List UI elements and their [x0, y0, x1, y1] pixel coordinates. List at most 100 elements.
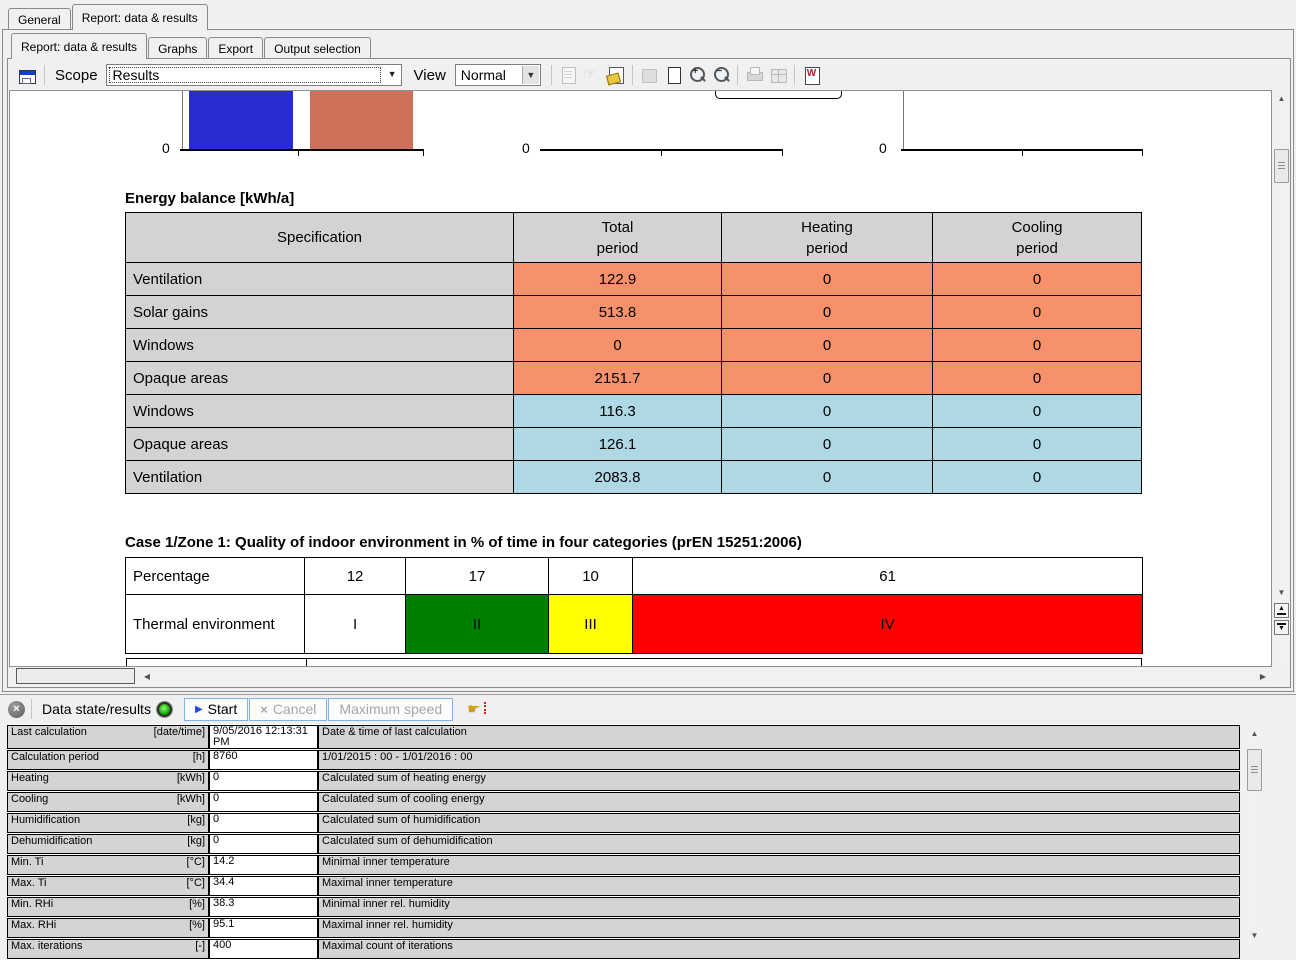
- outer-tab[interactable]: General: [8, 8, 71, 30]
- status-unit: [°C]: [187, 877, 205, 889]
- energy-header-row: Specification Total period Heating perio…: [126, 213, 1142, 263]
- energy-total-value: 126.1: [514, 428, 722, 461]
- inner-tab[interactable]: Output selection: [264, 37, 371, 59]
- energy-balance-table: Specification Total period Heating perio…: [125, 212, 1142, 494]
- toolbar-icons: + −: [556, 65, 823, 85]
- zoom-in-icon[interactable]: +: [687, 65, 707, 85]
- status-value: 0: [209, 813, 318, 833]
- view-value: Normal: [456, 67, 506, 83]
- chart1-axis-vline: [182, 91, 183, 150]
- separator: [632, 65, 633, 85]
- word-export-icon[interactable]: [801, 65, 821, 85]
- status-row: Min. Ti [°C] 14.2 Minimal inner temperat…: [7, 855, 1240, 875]
- status-label-cell: Min. RHi [%]: [7, 897, 209, 917]
- page-view-icon[interactable]: [663, 65, 683, 85]
- percentage-row-label: Percentage: [125, 557, 305, 595]
- status-unit: [kWh]: [177, 793, 205, 805]
- energy-row: Windows 116.3 0 0: [126, 395, 1142, 428]
- scroll-up-button[interactable]: ▲: [1246, 725, 1263, 741]
- status-label-cell: Calculation period [h]: [7, 750, 209, 770]
- data-state-table: Last calculation [date/time] 9/05/2016 1…: [7, 724, 1240, 960]
- status-row: Min. RHi [%] 38.3 Minimal inner rel. hum…: [7, 897, 1240, 917]
- status-led-icon: [157, 702, 172, 717]
- energy-row: Opaque areas 126.1 0 0: [126, 428, 1142, 461]
- status-label-cell: Min. Ti [°C]: [7, 855, 209, 875]
- status-row: Max. RHi [%] 95.1 Maximal inner rel. hum…: [7, 918, 1240, 938]
- energy-heating-value: 0: [722, 362, 933, 395]
- energy-heating-value: 0: [722, 296, 933, 329]
- inner-tab[interactable]: Report: data & results: [11, 33, 147, 59]
- run-to-cursor-icon[interactable]: ☛: [467, 700, 480, 718]
- page-up-button[interactable]: ▲: [1274, 603, 1289, 618]
- zoom-out-icon[interactable]: −: [711, 65, 731, 85]
- status-row: Last calculation [date/time] 9/05/2016 1…: [7, 725, 1240, 749]
- scroll-right-button[interactable]: ▶: [1255, 668, 1271, 684]
- scroll-down-button[interactable]: ▼: [1273, 584, 1290, 600]
- status-value: 0: [209, 771, 318, 791]
- outer-tab[interactable]: Report: data & results: [72, 4, 208, 30]
- inner-tab-bar: Report: data & results Graphs Export Out…: [11, 34, 372, 59]
- app-window: { "tabs": { "outer": [ { "label": "Gener…: [0, 0, 1296, 945]
- report-vscrollbar[interactable]: ▲ ▼ ▲ ▼: [1273, 90, 1290, 667]
- inner-tab[interactable]: Export: [208, 37, 263, 59]
- scroll-left-button[interactable]: ◀: [139, 668, 155, 684]
- scope-dropdown[interactable]: Results ▼: [106, 64, 402, 86]
- thermal-row-label: Thermal environment: [125, 594, 305, 654]
- chart1-zero-label: 0: [162, 140, 170, 156]
- chart3-axis-vline: [903, 91, 904, 150]
- report-window-button[interactable]: [14, 64, 40, 86]
- goto-hand-icon[interactable]: [582, 65, 602, 85]
- category-cell: IV: [632, 594, 1143, 654]
- panel-vscrollbar[interactable]: ▲ ▼: [1246, 725, 1263, 945]
- status-label-cell: Max. RHi [%]: [7, 918, 209, 938]
- properties-icon[interactable]: [606, 65, 626, 85]
- panel-title: Data state/results: [42, 701, 151, 717]
- status-value: 14.2: [209, 855, 318, 875]
- hscroll-thumb[interactable]: [16, 668, 135, 684]
- status-description: Minimal inner rel. humidity: [318, 897, 1240, 917]
- copy-table-icon[interactable]: [768, 65, 788, 85]
- play-icon: ▶: [195, 704, 203, 715]
- report-hscrollbar[interactable]: ◀ ▶: [9, 668, 1272, 684]
- separator: [737, 65, 738, 85]
- inner-tab[interactable]: Graphs: [148, 37, 207, 59]
- energy-total-value: 2083.8: [514, 461, 722, 494]
- scroll-down-button[interactable]: ▼: [1246, 927, 1263, 943]
- document-icon[interactable]: [558, 65, 578, 85]
- report-page-panel: Report: data & results Graphs Export Out…: [2, 29, 1294, 692]
- energy-cooling-value: 0: [933, 296, 1142, 329]
- category-cells: I II III IV: [305, 595, 1143, 654]
- print-icon[interactable]: [744, 65, 764, 85]
- maximum-speed-button[interactable]: Maximum speed: [328, 698, 453, 721]
- energy-row-label: Opaque areas: [126, 428, 514, 461]
- status-label: Min. RHi: [11, 898, 53, 910]
- energy-heating-value: 0: [722, 329, 933, 362]
- status-label: Max. RHi: [11, 919, 56, 931]
- scroll-up-button[interactable]: ▲: [1273, 90, 1290, 106]
- chart1-baseline: [180, 149, 424, 151]
- energy-cooling-value: 0: [933, 395, 1142, 428]
- energy-cooling-value: 0: [933, 461, 1142, 494]
- status-unit: [h]: [193, 751, 205, 763]
- outer-tab-label: Report: data & results: [82, 11, 198, 25]
- outer-tab-bar: General Report: data & results: [8, 3, 209, 30]
- inner-tab-label: Report: data & results: [21, 40, 137, 54]
- cancel-button[interactable]: × Cancel: [249, 698, 327, 721]
- status-unit: [date/time]: [154, 726, 205, 738]
- energy-row-label: Windows: [126, 329, 514, 362]
- view-dropdown[interactable]: Normal ▼: [455, 64, 541, 86]
- status-description: Calculated sum of cooling energy: [318, 792, 1240, 812]
- close-panel-button[interactable]: ×: [8, 701, 25, 718]
- clipped-table-fragment: [126, 658, 1142, 667]
- status-description: Date & time of last calculation: [318, 725, 1240, 749]
- full-page-icon[interactable]: [639, 65, 659, 85]
- chart1-bar-blue: [189, 90, 293, 149]
- energy-table-title: Energy balance [kWh/a]: [125, 190, 294, 207]
- status-value: 95.1: [209, 918, 318, 938]
- status-description: 1/01/2015 : 00 - 1/01/2016 : 00: [318, 750, 1240, 770]
- vscroll-thumb[interactable]: [1247, 749, 1262, 791]
- col-heating-period: Heating period: [722, 213, 933, 263]
- page-down-button[interactable]: ▼: [1274, 620, 1289, 635]
- start-button[interactable]: ▶ Start: [184, 698, 248, 721]
- vscroll-thumb[interactable]: [1274, 149, 1289, 183]
